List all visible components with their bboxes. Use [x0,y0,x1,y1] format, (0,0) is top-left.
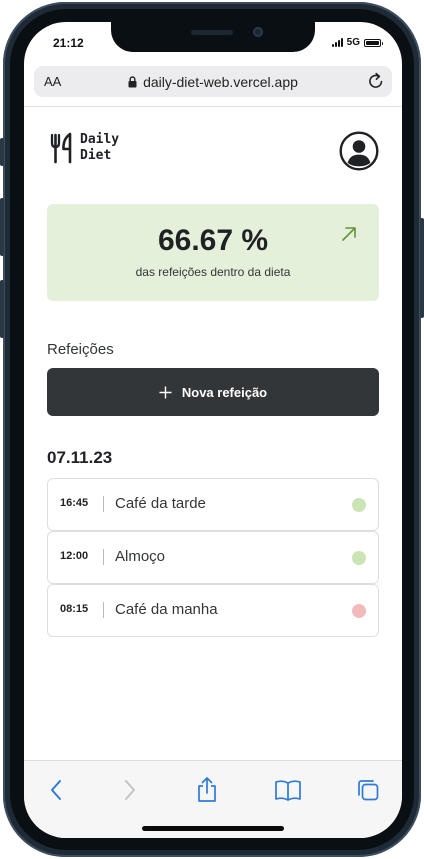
arrow-up-right-icon[interactable] [339,224,359,244]
notch [111,22,315,52]
fork-knife-icon [50,132,72,164]
diet-stats-card[interactable]: 66.67 % das refeições dentro da dieta [47,204,379,301]
meal-time: 08:15 [60,603,89,615]
new-meal-button-label: Nova refeição [181,384,268,400]
volume-up-button [0,198,4,256]
back-chevron-icon [51,780,61,800]
user-avatar-icon[interactable] [339,131,379,171]
screen: 21:12 5G AA daily-diet-web.vercel.app Da… [24,22,402,838]
reload-icon[interactable] [366,71,386,91]
bookmarks-icon [275,780,301,801]
meal-item[interactable]: 16:45 Café da tarde [47,478,379,531]
meal-item[interactable]: 12:00 Almoço [47,531,379,584]
app-logo: Daily Diet [50,132,119,164]
network-label: 5G [346,37,360,48]
home-indicator[interactable] [142,826,284,831]
lock-icon [128,76,137,88]
silent-switch [0,138,4,166]
diet-status-dot [352,604,366,618]
share-icon [198,777,216,802]
forward-chevron-icon [125,780,135,800]
plus-icon [159,386,172,398]
address-bar[interactable]: AA daily-diet-web.vercel.app [34,66,392,97]
back-button[interactable] [41,777,71,803]
diet-percentage: 66.67 % [157,224,269,257]
diet-status-dot [352,498,366,512]
meal-separator [103,549,104,565]
speaker-grille [191,30,233,35]
signal-icon [331,38,343,47]
meals-section-title: Refeições [47,341,114,358]
meal-separator [103,602,104,618]
meal-item[interactable]: 08:15 Café da manha [47,584,379,637]
logo-text-daily: Daily [80,132,120,147]
meal-time: 12:00 [60,550,89,562]
meal-time: 16:45 [60,497,89,509]
new-meal-button[interactable]: Nova refeição [47,368,379,416]
volume-down-button [0,280,4,338]
power-button [420,218,424,318]
tabs-button[interactable] [353,777,383,803]
logo-text-diet: Diet [80,148,112,163]
forward-button[interactable] [115,777,145,803]
browser-divider [24,106,402,107]
status-indicators: 5G [331,37,383,48]
battery-icon [364,38,383,47]
status-time: 21:12 [53,36,84,50]
meal-name: Café da tarde [115,495,206,512]
url-text: daily-diet-web.vercel.app [143,74,298,90]
meal-name: Almoço [115,548,166,565]
day-date: 07.11.23 [47,448,113,467]
bookmarks-button[interactable] [273,777,303,803]
meal-separator [103,496,104,512]
tabs-icon [358,780,379,801]
share-button[interactable] [192,777,222,803]
diet-status-dot [352,551,366,565]
url-display[interactable]: daily-diet-web.vercel.app [34,74,392,90]
front-camera [253,27,263,37]
diet-percentage-label: das refeições dentro da dieta [135,265,291,279]
meal-name: Café da manha [115,601,218,618]
